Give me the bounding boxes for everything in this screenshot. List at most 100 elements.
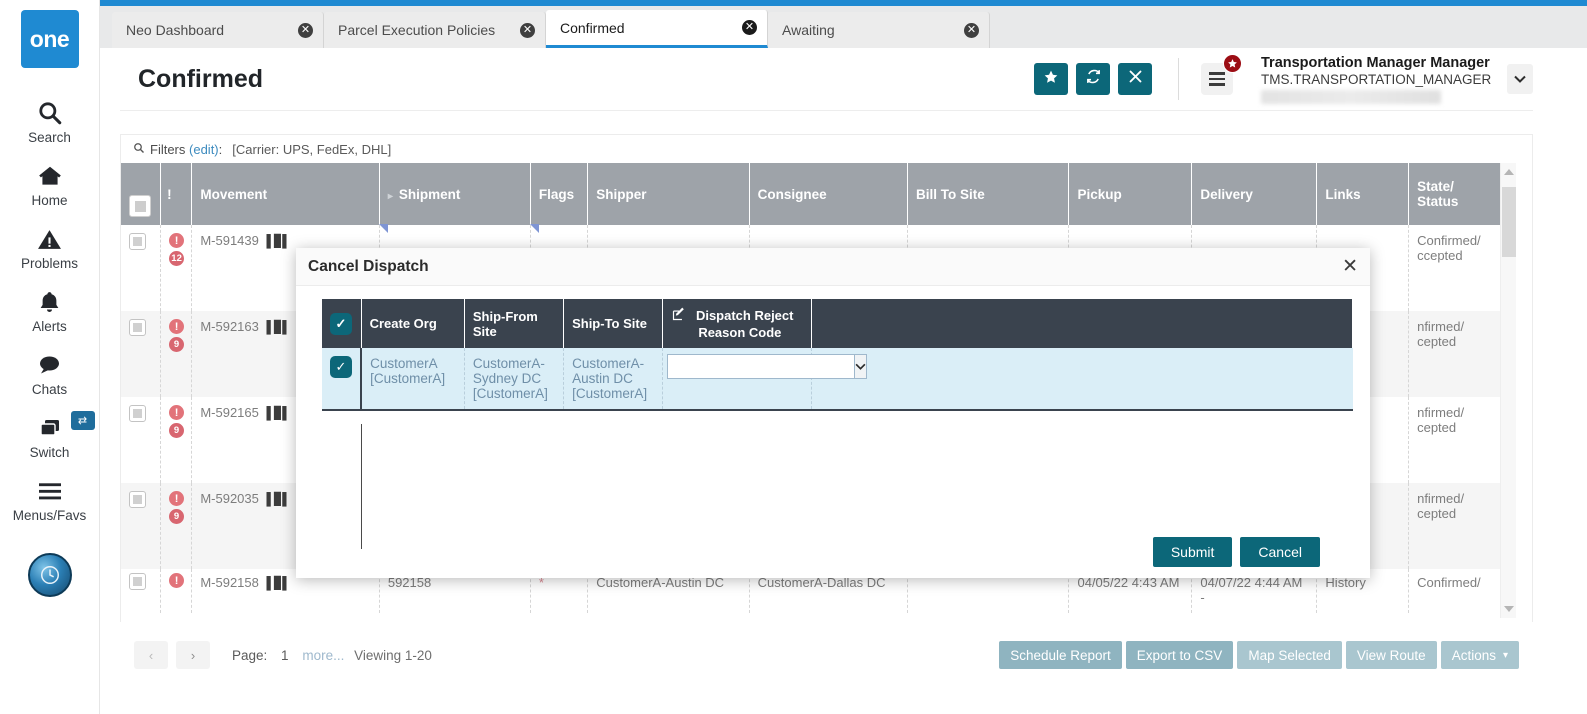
favorite-button[interactable] [1034, 63, 1068, 95]
close-icon[interactable]: ✕ [1342, 257, 1358, 276]
column-header-ship-from-site[interactable]: Ship-From Site [464, 299, 563, 348]
close-icon[interactable]: ✕ [298, 23, 313, 38]
search-icon [37, 98, 63, 128]
alert-count-badge[interactable]: 9 [169, 423, 184, 438]
column-header-pickup[interactable]: Pickup [1069, 163, 1192, 225]
search-icon [133, 142, 145, 157]
movement-id: M-591439 [200, 233, 259, 248]
sidebar-item-alerts[interactable]: Alerts [0, 287, 100, 334]
column-header-state-status[interactable]: State/ Status [1409, 163, 1515, 225]
column-header-movement[interactable]: Movement [192, 163, 380, 225]
barcode-icon: ▌▊▌ [267, 234, 290, 248]
sidebar-item-problems[interactable]: Problems [0, 224, 100, 271]
refresh-button[interactable] [1076, 63, 1110, 95]
next-page-button[interactable]: › [176, 641, 210, 669]
view-route-button[interactable]: View Route [1346, 641, 1437, 669]
filters-edit-link[interactable]: (edit) [189, 142, 219, 157]
close-icon[interactable]: ✕ [520, 23, 535, 38]
column-header-shipper[interactable]: Shipper [588, 163, 749, 225]
select-all-checkbox[interactable] [129, 195, 151, 217]
page-number[interactable]: 1 [281, 648, 289, 663]
row-checkbox[interactable] [129, 491, 146, 508]
column-header-bill-to-site[interactable]: Bill To Site [908, 163, 1069, 225]
alert-exclamation-icon[interactable]: ! [169, 491, 184, 506]
row-checkbox[interactable] [129, 233, 146, 250]
refresh-icon [1085, 68, 1102, 90]
sidebar-item-menus-favs[interactable]: Menus/Favs [0, 476, 100, 523]
user-info[interactable]: Transportation Manager Manager TMS.TRANS… [1261, 55, 1493, 104]
row-checkbox[interactable] [129, 573, 146, 590]
state-status-cell: nfirmed/ cepted [1409, 311, 1515, 397]
select-all-checkbox[interactable]: ✓ [330, 313, 352, 335]
alert-exclamation-icon[interactable]: ! [169, 405, 184, 420]
close-icon[interactable]: ✕ [742, 20, 757, 35]
column-header-shipment[interactable]: ▸Shipment [379, 163, 530, 225]
movement-id: M-592158 [200, 575, 259, 590]
actions-dropdown-button[interactable]: Actions ▾ [1441, 641, 1519, 669]
page-title: Confirmed [138, 65, 263, 94]
avatar[interactable] [28, 553, 72, 597]
dispatch-table: ✓ Create Org Ship-From Site Ship-To Site… [322, 299, 1353, 411]
tab-neo-dashboard[interactable]: Neo Dashboard ✕ [112, 12, 324, 48]
row-checkbox[interactable]: ✓ [330, 356, 352, 378]
row-alerts-cell: ! 9 [161, 311, 192, 397]
sidebar-item-home[interactable]: Home [0, 161, 100, 208]
close-page-button[interactable] [1118, 63, 1152, 95]
column-header-create-org[interactable]: Create Org [361, 299, 464, 348]
alert-count-badge[interactable]: 9 [169, 509, 184, 524]
alert-exclamation-icon[interactable]: ! [169, 319, 184, 334]
row-checkbox[interactable] [129, 319, 146, 336]
submit-button[interactable]: Submit [1153, 537, 1233, 567]
cancel-button[interactable]: Cancel [1240, 537, 1320, 567]
modal-body: ✓ Create Org Ship-From Site Ship-To Site… [296, 299, 1370, 539]
scroll-up-arrow-icon[interactable] [1504, 169, 1514, 175]
sidebar-item-search[interactable]: Search [0, 98, 100, 145]
menu-button[interactable] [1201, 63, 1233, 95]
sidebar-item-switch[interactable]: ⇄ Switch [0, 413, 100, 460]
column-header-flags[interactable]: Flags [530, 163, 587, 225]
chevron-down-icon[interactable] [854, 354, 867, 379]
swap-arrows-icon[interactable]: ⇄ [71, 411, 95, 430]
column-header-consignee[interactable]: Consignee [749, 163, 907, 225]
scroll-down-arrow-icon[interactable] [1504, 606, 1514, 612]
alert-exclamation-icon[interactable]: ! [169, 573, 184, 588]
row-select-cell [121, 225, 161, 311]
expand-marker-icon [379, 224, 388, 233]
user-menu-chevron-down-icon[interactable] [1507, 64, 1533, 94]
map-selected-button[interactable]: Map Selected [1237, 641, 1342, 669]
sidebar-item-label: Problems [21, 256, 78, 271]
vertical-scrollbar[interactable] [1500, 163, 1516, 618]
barcode-icon: ▌▊▌ [267, 406, 290, 420]
tab-awaiting[interactable]: Awaiting ✕ [768, 12, 990, 48]
alert-count-badge[interactable]: 9 [169, 337, 184, 352]
row-select-cell [121, 569, 161, 613]
export-to-csv-button[interactable]: Export to CSV [1126, 641, 1234, 669]
reason-code-dropdown[interactable] [667, 354, 809, 379]
movement-id: M-592035 [200, 491, 259, 506]
alert-exclamation-icon[interactable]: ! [169, 233, 184, 248]
tab-confirmed[interactable]: Confirmed ✕ [546, 10, 768, 48]
column-header-ship-to-site[interactable]: Ship-To Site [564, 299, 663, 348]
tab-parcel-execution-policies[interactable]: Parcel Execution Policies ✕ [324, 12, 546, 48]
sidebar-item-chats[interactable]: Chats [0, 350, 100, 397]
table-row[interactable]: ✓ CustomerA [CustomerA] CustomerA- Sydne… [322, 348, 1353, 410]
app-logo[interactable]: one [21, 10, 79, 68]
column-header-alerts[interactable]: ! [161, 163, 192, 225]
column-header-delivery[interactable]: Delivery [1192, 163, 1317, 225]
create-org-line1: CustomerA [370, 356, 456, 371]
schedule-report-button[interactable]: Schedule Report [999, 641, 1122, 669]
row-checkbox[interactable] [129, 405, 146, 422]
actions-label: Actions [1452, 648, 1496, 663]
reason-code-input[interactable] [667, 354, 854, 379]
column-header-links[interactable]: Links [1317, 163, 1409, 225]
user-org-redacted [1261, 90, 1441, 104]
more-pages-link[interactable]: more... [302, 648, 344, 663]
column-header-dispatch-reject-reason-code[interactable]: Dispatch Reject Reason Code [663, 299, 811, 348]
row-alerts-cell: ! 9 [161, 397, 192, 483]
close-icon[interactable]: ✕ [964, 23, 979, 38]
alert-count-badge[interactable]: 12 [169, 251, 184, 266]
state-status-cell: Confirmed/ ccepted [1409, 225, 1515, 311]
prev-page-button[interactable]: ‹ [134, 641, 168, 669]
sidebar-item-label: Home [31, 193, 67, 208]
vertical-scroll-thumb[interactable] [1502, 187, 1516, 257]
